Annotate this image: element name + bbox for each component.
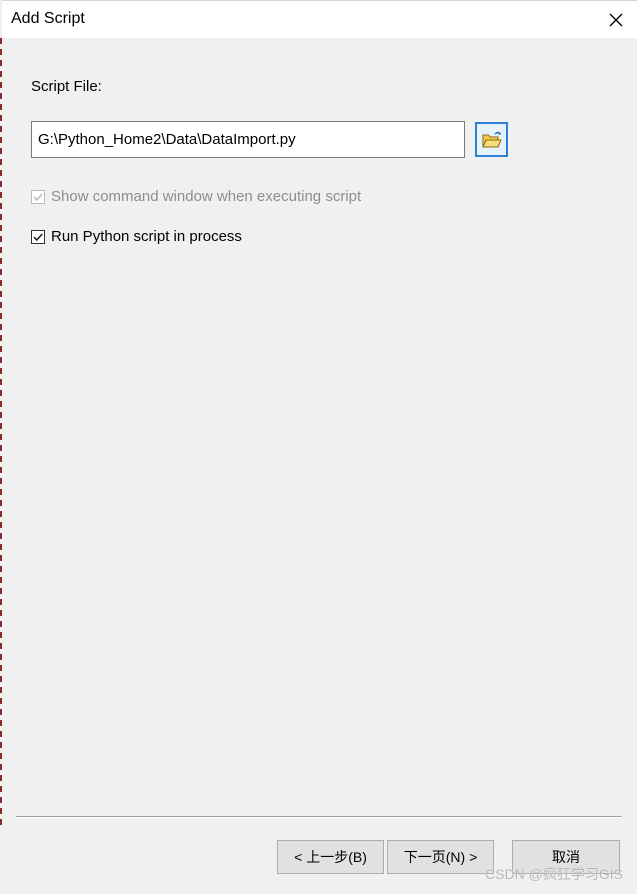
- browse-button[interactable]: [475, 122, 508, 157]
- run-in-process-checkbox[interactable]: [31, 229, 45, 244]
- footer-separator: [16, 816, 622, 818]
- checkmark-icon: [33, 192, 43, 201]
- watermark-text: CSDN @疯狂学习GIS: [485, 866, 623, 882]
- run-in-process-label: Run Python script in process: [51, 228, 242, 245]
- dialog-title: Add Script: [11, 10, 85, 27]
- title-bar: Add Script: [2, 0, 637, 38]
- close-button[interactable]: [603, 7, 629, 33]
- open-folder-icon: [481, 131, 502, 147]
- back-button[interactable]: < 上一步(B): [277, 840, 384, 874]
- next-button[interactable]: 下一页(N) >: [387, 840, 494, 874]
- show-command-window-checkbox: [31, 189, 45, 204]
- script-file-label: Script File:: [31, 78, 102, 95]
- close-icon: [609, 13, 623, 27]
- run-in-process-option[interactable]: Run Python script in process: [31, 228, 242, 245]
- show-command-window-label: Show command window when executing scrip…: [51, 188, 362, 205]
- script-path-input[interactable]: [31, 121, 465, 158]
- show-command-window-option: Show command window when executing scrip…: [31, 188, 361, 205]
- add-script-dialog: Add Script Script File: Show command win…: [2, 0, 637, 894]
- checkmark-icon: [33, 232, 43, 241]
